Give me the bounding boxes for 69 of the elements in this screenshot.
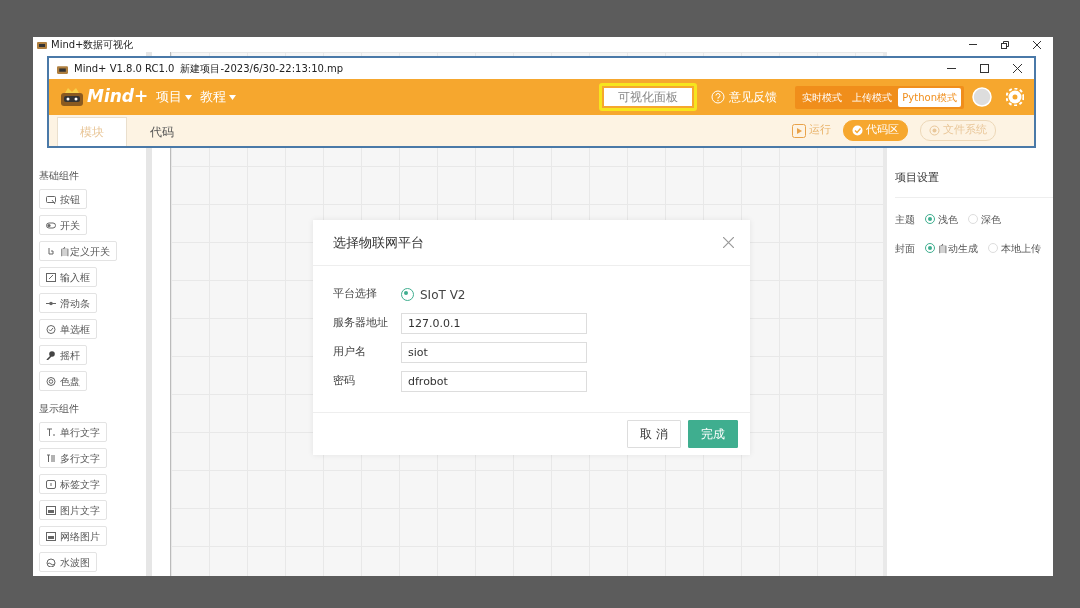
component-item[interactable]: 单行文字 (39, 422, 107, 442)
image-icon (46, 531, 56, 541)
window-title: Mind+ V1.8.0 RC1.0 (74, 62, 175, 76)
component-item[interactable]: 网络图片 (39, 526, 107, 546)
restore-icon[interactable] (1001, 40, 1009, 49)
button-icon (46, 194, 56, 204)
tab[interactable]: 代码 (127, 117, 197, 146)
edit-icon (46, 272, 56, 282)
component-item[interactable]: 单选框 (39, 319, 97, 339)
component-item[interactable]: 按钮 (39, 189, 87, 209)
robot-icon (59, 87, 85, 107)
radio-option[interactable]: 浅色 (925, 211, 958, 227)
panel-button[interactable]: 可视化面板 (599, 83, 698, 111)
window-title: Mind+数据可视化 (51, 38, 134, 52)
component-item[interactable]: 色盘 (39, 371, 87, 391)
check-icon (852, 125, 863, 136)
close-icon[interactable] (1033, 40, 1041, 49)
component-item[interactable]: 自定义开关 (39, 241, 117, 261)
close-icon[interactable] (1013, 64, 1022, 73)
text-icon (46, 453, 56, 463)
component-item[interactable]: 滑动条 (39, 293, 97, 313)
image-icon (46, 505, 56, 515)
radio-button[interactable] (925, 214, 935, 224)
app-icon (37, 40, 47, 49)
field-label: 用户名 (333, 344, 367, 361)
ring-icon (46, 376, 56, 386)
dialog-title: 选择物联网平台 (333, 233, 424, 252)
setting-label: 封面 (895, 241, 915, 256)
wave-icon (46, 557, 56, 567)
radio-option[interactable]: SIoT V2 (401, 285, 466, 304)
logo-text: Mind+ (87, 85, 149, 109)
settings-icon[interactable] (1006, 88, 1024, 106)
component-item[interactable]: 输入框 (39, 267, 97, 287)
component-item[interactable]: 标签文字 (39, 474, 107, 494)
file-name: 新建项目-2023/6/30-22:13:10.mp (180, 62, 344, 76)
tag-icon (46, 479, 56, 489)
setting-label: 主题 (895, 212, 915, 227)
component-item[interactable]: 多行文字 (39, 448, 107, 468)
joystick-icon (46, 350, 56, 360)
toggle-icon (46, 220, 56, 230)
radio-option[interactable]: 深色 (968, 211, 1001, 227)
input-field[interactable]: dfrobot (401, 371, 587, 392)
avatar-icon (972, 87, 992, 107)
section-title: 显示组件 (39, 402, 80, 416)
caret-icon[interactable] (185, 94, 193, 100)
play-icon (792, 123, 806, 138)
text-icon (46, 427, 56, 437)
check-circle-icon (46, 324, 56, 334)
input-field[interactable]: 127.0.0.1 (401, 313, 587, 334)
component-item[interactable]: 开关 (39, 215, 87, 235)
help-icon (711, 90, 726, 104)
caret-icon[interactable] (229, 94, 237, 100)
section-title: 基础组件 (39, 169, 80, 183)
component-item[interactable]: 水波图 (39, 552, 97, 572)
section-title: 项目设置 (895, 170, 1053, 198)
cancel-button[interactable]: 取 消 (627, 420, 681, 448)
maximize-icon[interactable] (980, 64, 989, 73)
radio-option[interactable]: 自动生成 (925, 240, 978, 256)
radio-icon (929, 125, 940, 136)
component-item[interactable]: 摇杆 (39, 345, 87, 365)
radio-button[interactable] (401, 288, 414, 301)
radio-option[interactable]: 本地上传 (988, 240, 1041, 256)
radio-button[interactable] (925, 243, 935, 253)
field-label: 平台选择 (333, 286, 378, 303)
input-field[interactable]: siot (401, 342, 587, 363)
field-label: 服务器地址 (333, 315, 389, 332)
app-icon (57, 63, 68, 74)
component-item[interactable]: 图片文字 (39, 500, 107, 520)
field-label: 密码 (333, 373, 356, 390)
